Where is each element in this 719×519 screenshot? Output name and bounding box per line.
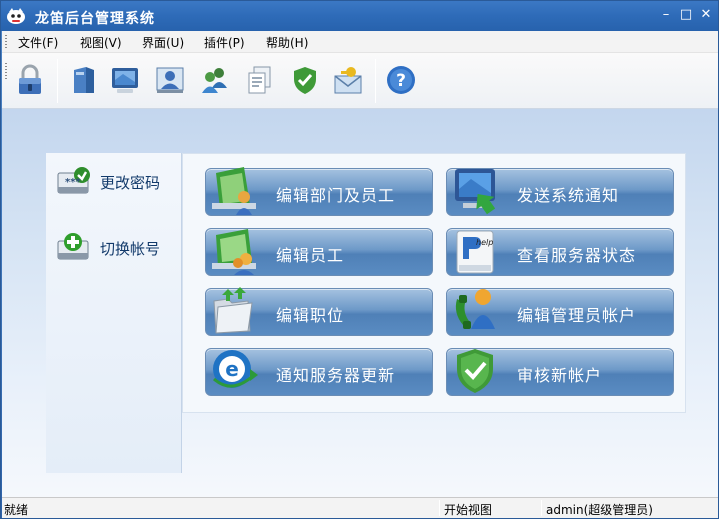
toolbar-help-button[interactable]: ?	[382, 61, 420, 101]
workspace: *** 更改密码 切换帐号 编辑部门及员工 发送系统通知 编辑员工 help 查…	[2, 109, 718, 497]
edit-position-button[interactable]: 编辑职位	[205, 285, 433, 337]
status-divider	[541, 500, 542, 516]
notify-server-update-label: 通知服务器更新	[276, 366, 396, 385]
toolbar-book-button[interactable]	[65, 61, 103, 101]
approve-account-icon	[449, 345, 507, 397]
edit-employee-label: 编辑员工	[276, 246, 345, 265]
switch-account-icon	[56, 231, 92, 265]
minimize-button[interactable]: –	[658, 7, 674, 23]
edit-department-label: 编辑部门及员工	[276, 186, 396, 205]
close-button[interactable]: ✕	[698, 7, 714, 23]
toolbar-lock-button[interactable]	[11, 61, 49, 101]
toolbar-monitor-button[interactable]	[106, 61, 144, 101]
left-panel: *** 更改密码 切换帐号	[46, 153, 182, 473]
svg-text:help: help	[476, 238, 493, 247]
switch-account-item[interactable]: 切换帐号	[56, 231, 178, 265]
edit-position-label: 编辑职位	[276, 306, 345, 325]
documents-icon	[244, 64, 276, 99]
book-icon	[68, 64, 100, 99]
menu-view[interactable]: 视图(V)	[78, 34, 124, 51]
admin-account-icon	[449, 285, 507, 337]
monitor-icon	[109, 64, 141, 99]
lock-icon	[15, 64, 45, 99]
svg-text:***: ***	[65, 177, 81, 188]
menu-bar: 文件(F) 视图(V) 界面(U) 插件(P) 帮助(H)	[2, 31, 718, 53]
toolbar-separator	[375, 59, 376, 103]
server-status-label: 查看服务器状态	[517, 246, 637, 265]
toolbar-grip[interactable]	[5, 63, 7, 79]
toolbar-documents-button[interactable]	[241, 61, 279, 101]
users-icon	[199, 64, 231, 99]
svg-text:?: ?	[396, 71, 406, 91]
switch-account-label: 切换帐号	[100, 239, 161, 258]
svg-text:e: e	[225, 357, 239, 381]
toolbar-separator	[57, 59, 58, 103]
approve-account-label: 审核新帐户	[517, 366, 603, 385]
status-text: 就绪	[4, 503, 29, 517]
send-notice-button[interactable]: 发送系统通知	[446, 168, 674, 216]
menu-file[interactable]: 文件(F)	[16, 34, 60, 51]
change-password-label: 更改密码	[100, 173, 161, 192]
help-icon: ?	[385, 64, 417, 99]
toolbar-user-card-button[interactable]	[151, 61, 189, 101]
user-card-icon	[154, 64, 186, 99]
position-folder-icon	[208, 285, 266, 337]
approve-account-button[interactable]: 审核新帐户	[446, 348, 674, 396]
employee-icon	[208, 225, 266, 277]
server-status-button[interactable]: help 查看服务器状态	[446, 228, 674, 276]
title-bar[interactable]: 龙笛后台管理系统 – □ ✕	[1, 1, 718, 31]
toolbar-mail-key-button[interactable]	[329, 61, 367, 101]
update-icon: e	[208, 345, 266, 397]
edit-employee-button[interactable]: 编辑员工	[205, 228, 433, 276]
app-logo-icon	[6, 7, 26, 25]
send-notice-label: 发送系统通知	[517, 186, 620, 205]
status-divider	[439, 500, 440, 516]
edit-admin-account-button[interactable]: 编辑管理员帐户	[446, 288, 674, 336]
change-password-item[interactable]: *** 更改密码	[56, 165, 178, 199]
toolbar-users-button[interactable]	[196, 61, 234, 101]
edit-admin-account-label: 编辑管理员帐户	[517, 306, 637, 325]
toolbar-shield-button[interactable]	[286, 61, 324, 101]
send-notice-icon	[449, 165, 507, 217]
status-view: 开始视图	[444, 503, 493, 517]
maximize-button[interactable]: □	[678, 7, 694, 23]
menu-grip[interactable]	[5, 35, 7, 49]
action-panel: 编辑部门及员工 发送系统通知 编辑员工 help 查看服务器状态 编辑职位 编辑…	[182, 153, 686, 413]
notify-server-update-button[interactable]: e 通知服务器更新	[205, 348, 433, 396]
status-user: admin(超级管理员)	[546, 503, 653, 517]
menu-plugins[interactable]: 插件(P)	[202, 34, 247, 51]
department-icon	[208, 165, 266, 217]
window-title: 龙笛后台管理系统	[35, 11, 155, 27]
server-help-icon: help	[449, 225, 507, 277]
edit-department-button[interactable]: 编辑部门及员工	[205, 165, 433, 217]
status-bar: 就绪 开始视图 admin(超级管理员)	[2, 497, 718, 518]
app-window: 龙笛后台管理系统 – □ ✕ 文件(F) 视图(V) 界面(U) 插件(P) 帮…	[0, 0, 719, 519]
toolbar: ?	[2, 53, 718, 109]
menu-help[interactable]: 帮助(H)	[264, 34, 310, 51]
change-password-icon: ***	[56, 165, 92, 199]
menu-interface[interactable]: 界面(U)	[140, 34, 186, 51]
shield-check-icon	[289, 64, 321, 99]
mail-key-icon	[332, 64, 364, 99]
